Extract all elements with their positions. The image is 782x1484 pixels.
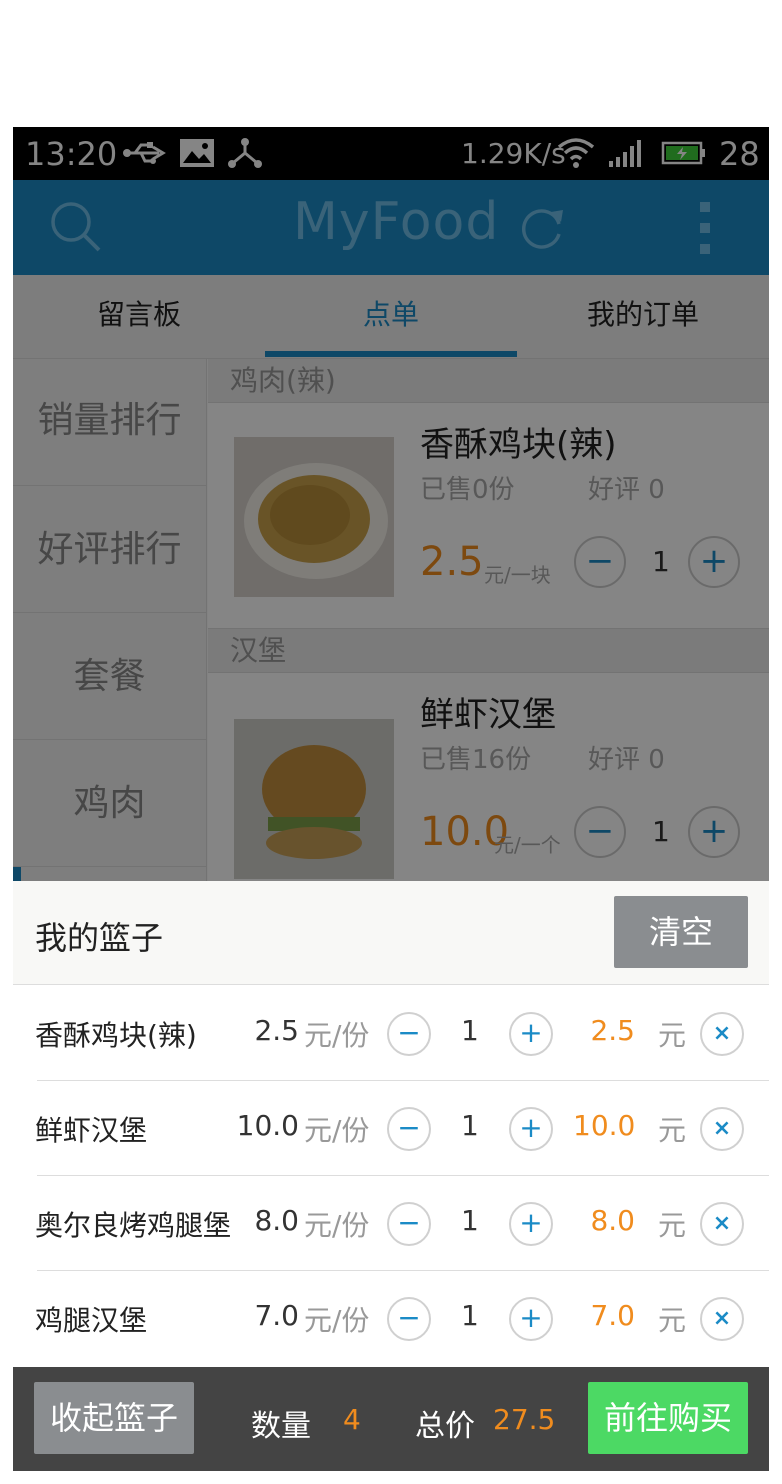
basket-item-name: 鲜虾汉堡 (35, 1114, 148, 1147)
basket-item-price: 2.5 (254, 1014, 299, 1047)
quantity-value: 4 (343, 1403, 361, 1436)
currency-label: 元 (658, 1304, 687, 1337)
total-label: 总价 (415, 1409, 475, 1444)
decrease-button[interactable]: − (387, 1202, 431, 1246)
basket-item-subtotal: 7.0 (590, 1299, 635, 1332)
basket-item-qty: 1 (461, 1109, 479, 1142)
remove-item-button[interactable]: × (700, 1012, 744, 1056)
increase-button[interactable]: + (509, 1012, 553, 1056)
basket-item-unit: 元/份 (304, 1304, 370, 1337)
collapse-basket-button[interactable]: 收起篮子 (34, 1382, 194, 1454)
basket-item-name: 鸡腿汉堡 (35, 1304, 148, 1337)
remove-item-button[interactable]: × (700, 1297, 744, 1341)
phone-screen: 13:20 1.29K/s 28 MyFood 留言板 点单 我的订单 销量排行… (13, 127, 769, 1471)
checkout-button[interactable]: 前往购买 (588, 1382, 748, 1454)
currency-label: 元 (658, 1114, 687, 1147)
decrease-button[interactable]: − (387, 1012, 431, 1056)
basket-item-subtotal: 10.0 (573, 1109, 636, 1142)
total-value: 27.5 (493, 1403, 556, 1436)
basket-row: 奥尔良烤鸡腿堡 8.0 元/份 − 1 + 8.0 元 × (13, 1176, 769, 1271)
basket-row: 鲜虾汉堡 10.0 元/份 − 1 + 10.0 元 × (13, 1081, 769, 1176)
basket-item-price: 7.0 (254, 1299, 299, 1332)
basket-item-qty: 1 (461, 1299, 479, 1332)
remove-item-button[interactable]: × (700, 1202, 744, 1246)
basket-item-subtotal: 8.0 (590, 1204, 635, 1237)
basket-item-unit: 元/份 (304, 1209, 370, 1242)
basket-item-unit: 元/份 (304, 1019, 370, 1052)
increase-button[interactable]: + (509, 1297, 553, 1341)
basket-sheet: 我的篮子 清空 香酥鸡块(辣) 2.5 元/份 − 1 + 2.5 元 × 鲜虾… (13, 881, 769, 1367)
clear-basket-button[interactable]: 清空 (614, 896, 748, 968)
basket-item-price: 8.0 (254, 1204, 299, 1237)
basket-item-name: 香酥鸡块(辣) (35, 1019, 197, 1052)
basket-item-price: 10.0 (236, 1109, 299, 1142)
basket-item-unit: 元/份 (304, 1114, 370, 1147)
increase-button[interactable]: + (509, 1202, 553, 1246)
decrease-button[interactable]: − (387, 1297, 431, 1341)
currency-label: 元 (658, 1019, 687, 1052)
basket-header: 我的篮子 清空 (13, 881, 769, 985)
remove-item-button[interactable]: × (700, 1107, 744, 1151)
basket-item-qty: 1 (461, 1014, 479, 1047)
basket-row: 香酥鸡块(辣) 2.5 元/份 − 1 + 2.5 元 × (13, 986, 769, 1081)
currency-label: 元 (658, 1209, 687, 1242)
dim-overlay[interactable] (13, 127, 769, 881)
quantity-label: 数量 (251, 1409, 311, 1444)
basket-title: 我的篮子 (35, 919, 164, 957)
basket-item-qty: 1 (461, 1204, 479, 1237)
decrease-button[interactable]: − (387, 1107, 431, 1151)
basket-row: 鸡腿汉堡 7.0 元/份 − 1 + 7.0 元 × (13, 1271, 769, 1366)
checkout-bar: 收起篮子 数量 4 总价 27.5 前往购买 (13, 1367, 769, 1471)
increase-button[interactable]: + (509, 1107, 553, 1151)
basket-item-subtotal: 2.5 (590, 1014, 635, 1047)
